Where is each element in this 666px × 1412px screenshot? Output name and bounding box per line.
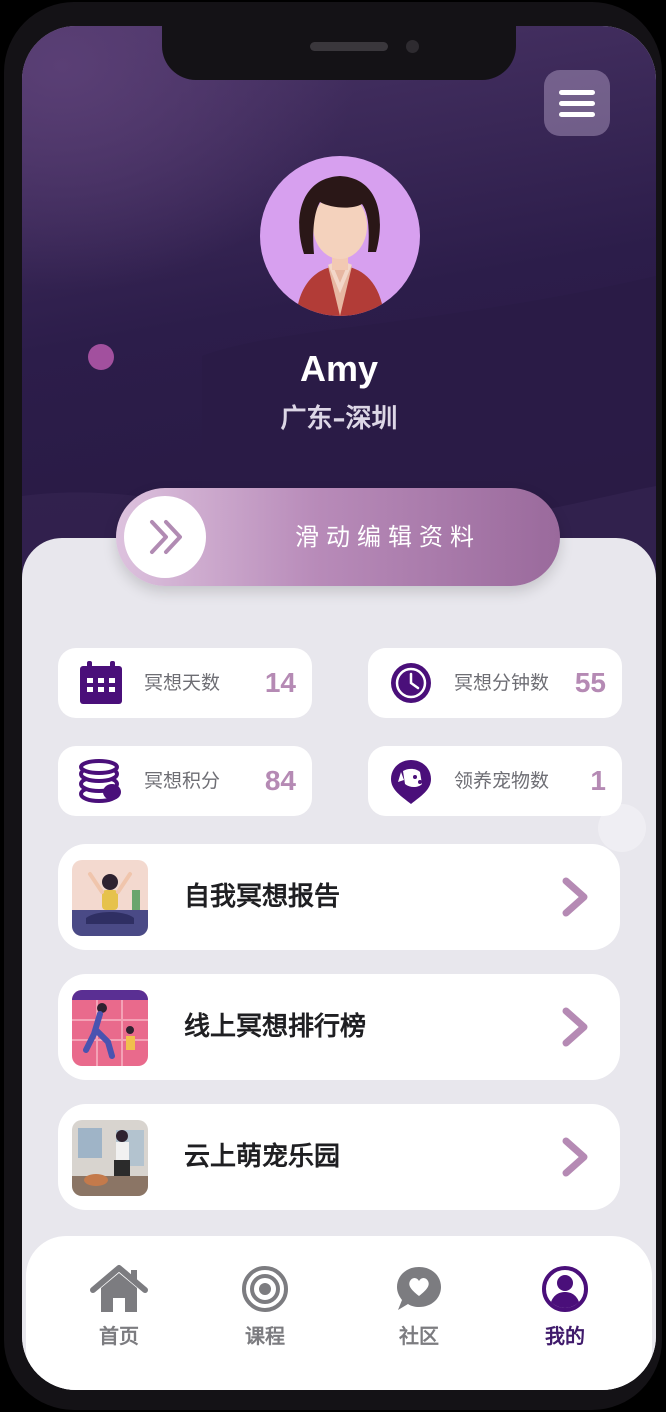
- double-chevron-right-icon: [150, 520, 182, 554]
- stat-label: 领养宠物数: [454, 770, 550, 792]
- calendar-icon: [80, 661, 122, 704]
- speaker-grille: [310, 42, 388, 51]
- slider-knob[interactable]: [124, 496, 206, 578]
- slider-label: 滑动编辑资料: [295, 523, 481, 551]
- front-camera: [406, 40, 419, 53]
- menu-item-meditation-report[interactable]: 自我冥想报告: [58, 844, 620, 950]
- tab-label: 课程: [245, 1324, 285, 1348]
- tab-label: 我的: [545, 1324, 585, 1348]
- chevron-right-icon: [562, 1137, 588, 1177]
- avatar[interactable]: [260, 156, 420, 316]
- stat-meditation-points[interactable]: 冥想积分 84: [58, 746, 312, 816]
- bottom-tab-bar: 首页 课程 社区 我的: [26, 1236, 652, 1390]
- tab-label: 社区: [399, 1324, 439, 1348]
- menu-item-leaderboard[interactable]: 线上冥想排行榜: [58, 974, 620, 1080]
- camera-notch: [162, 26, 516, 80]
- menu-button[interactable]: [544, 70, 610, 136]
- chevron-right-icon: [562, 877, 588, 917]
- home-icon: [90, 1265, 148, 1312]
- tab-home[interactable]: 首页: [74, 1264, 164, 1349]
- stat-value: 55: [574, 667, 606, 698]
- menu-item-pet-park[interactable]: 云上萌宠乐园: [58, 1104, 620, 1210]
- stat-label: 冥想积分: [144, 770, 221, 792]
- stat-adopted-pets[interactable]: 领养宠物数 1: [368, 746, 622, 816]
- target-icon: [242, 1266, 288, 1312]
- user-icon: [542, 1266, 588, 1312]
- menu-item-title: 云上萌宠乐园: [184, 1142, 341, 1172]
- menu-item-title: 线上冥想排行榜: [184, 1012, 367, 1042]
- avatar-illustration: [296, 176, 384, 316]
- profile-location: 广东–深圳: [280, 404, 398, 434]
- hamburger-menu-icon-bar: [559, 101, 595, 106]
- hamburger-menu-icon: [559, 90, 595, 95]
- stat-meditation-minutes[interactable]: 冥想分钟数 55: [368, 648, 622, 718]
- chevron-right-icon: [562, 1007, 588, 1047]
- stat-label: 冥想天数: [144, 672, 221, 694]
- stat-value: 84: [264, 765, 296, 796]
- coins-icon: [79, 759, 121, 803]
- phone-frame: Amy 广东–深圳 滑动编辑资料 冥想天数 14 冥想分钟数 55 冥想积分 8…: [4, 2, 662, 1410]
- stat-value: 1: [590, 765, 606, 796]
- tab-label: 首页: [99, 1324, 139, 1348]
- stat-value: 14: [264, 667, 296, 698]
- pet-room-thumbnail: [72, 1120, 148, 1196]
- hamburger-menu-icon-bar: [559, 112, 595, 117]
- tab-community[interactable]: 社区: [374, 1264, 464, 1349]
- tab-me[interactable]: 我的: [520, 1264, 610, 1349]
- screen: Amy 广东–深圳 滑动编辑资料 冥想天数 14 冥想分钟数 55 冥想积分 8…: [22, 26, 656, 1390]
- pet-dog-icon: [391, 760, 431, 804]
- stat-label: 冥想分钟数: [454, 672, 550, 694]
- running-thumbnail: [72, 990, 148, 1066]
- tab-courses[interactable]: 课程: [220, 1264, 310, 1349]
- stat-meditation-days[interactable]: 冥想天数 14: [58, 648, 312, 718]
- clock-icon: [391, 663, 431, 703]
- menu-item-title: 自我冥想报告: [184, 882, 341, 912]
- yoga-thumbnail: [72, 860, 148, 936]
- profile-name: Amy: [299, 348, 379, 389]
- edit-profile-slider[interactable]: 滑动编辑资料: [116, 488, 560, 586]
- chat-heart-icon: [397, 1267, 441, 1310]
